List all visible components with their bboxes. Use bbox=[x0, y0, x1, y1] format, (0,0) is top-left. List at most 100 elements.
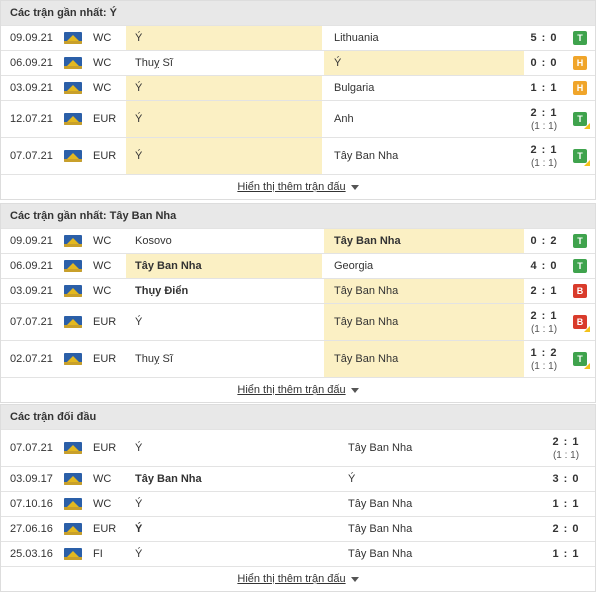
match-row[interactable]: 27.06.16 EUR Ý Tây Ban Nha 2 : 0 bbox=[1, 516, 595, 541]
home-team[interactable]: Ý bbox=[126, 542, 336, 566]
match-row[interactable]: 06.09.21 WC Thuỵ Sĩ Ý 0 : 0 H bbox=[1, 50, 595, 75]
away-team[interactable]: Tây Ban Nha bbox=[338, 542, 548, 566]
competition-flag-icon bbox=[64, 473, 82, 485]
half-time-score: (1 : 1) bbox=[530, 323, 558, 335]
competition-code: EUR bbox=[93, 316, 117, 328]
away-team[interactable]: Bulgaria bbox=[324, 76, 524, 100]
match-score[interactable]: 0 : 0 bbox=[524, 51, 564, 75]
result-badge: T bbox=[573, 259, 587, 273]
competition-flag-icon bbox=[64, 353, 82, 365]
full-time-score: 1 : 1 bbox=[552, 548, 580, 560]
home-team[interactable]: Tây Ban Nha bbox=[126, 254, 322, 278]
result-letter: T bbox=[577, 354, 583, 364]
home-team[interactable]: Ý bbox=[126, 26, 322, 50]
full-time-score: 2 : 0 bbox=[552, 523, 580, 535]
competition-flag-icon bbox=[64, 285, 82, 297]
home-team[interactable]: Ý bbox=[126, 492, 336, 516]
match-score[interactable]: 2 : 0 bbox=[546, 517, 586, 541]
match-row[interactable]: 09.09.21 WC Ý Lithuania 5 : 0 T bbox=[1, 25, 595, 50]
competition-code: WC bbox=[93, 82, 112, 94]
home-team[interactable]: Ý bbox=[126, 304, 322, 340]
match-score[interactable]: 1 : 1 bbox=[524, 76, 564, 100]
show-more-link[interactable]: Hiển thị thêm trận đấu bbox=[1, 377, 595, 402]
match-row[interactable]: 07.07.21 EUR Ý Tây Ban Nha 2 : 1 (1 : 1) T bbox=[1, 137, 595, 174]
full-time-score: 0 : 2 bbox=[530, 235, 558, 247]
away-team[interactable]: Ý bbox=[324, 51, 524, 75]
match-row[interactable]: 12.07.21 EUR Ý Anh 2 : 1 (1 : 1) T bbox=[1, 100, 595, 137]
match-row[interactable]: 02.07.21 EUR Thuỵ Sĩ Tây Ban Nha 1 : 2 (1 : 1… bbox=[1, 340, 595, 377]
extra-time-marker-icon bbox=[584, 160, 590, 166]
match-row[interactable]: 25.03.16 FI Ý Tây Ban Nha 1 : 1 bbox=[1, 541, 595, 566]
away-team[interactable]: Ý bbox=[338, 467, 548, 491]
match-row[interactable]: 07.07.21 EUR Ý Tây Ban Nha 2 : 1 (1 : 1) bbox=[1, 429, 595, 466]
match-score[interactable]: 2 : 1 bbox=[524, 279, 564, 303]
match-score[interactable]: 4 : 0 bbox=[524, 254, 564, 278]
match-date: 27.06.16 bbox=[10, 523, 53, 535]
competition-code: WC bbox=[93, 260, 112, 272]
match-date: 03.09.21 bbox=[10, 285, 53, 297]
match-score[interactable]: 1 : 2 (1 : 1) bbox=[524, 341, 564, 377]
match-row[interactable]: 03.09.21 WC Thụy Điển Tây Ban Nha 2 : 1 B bbox=[1, 278, 595, 303]
away-team[interactable]: Tây Ban Nha bbox=[324, 279, 524, 303]
away-team[interactable]: Lithuania bbox=[324, 26, 524, 50]
match-score[interactable]: 5 : 0 bbox=[524, 26, 564, 50]
chevron-down-icon bbox=[350, 387, 359, 393]
home-team[interactable]: Ý bbox=[126, 76, 322, 100]
away-team[interactable]: Tây Ban Nha bbox=[324, 229, 524, 253]
match-score[interactable]: 3 : 0 bbox=[546, 467, 586, 491]
full-time-score: 3 : 0 bbox=[552, 473, 580, 485]
away-team[interactable]: Tây Ban Nha bbox=[338, 517, 548, 541]
match-date: 07.07.21 bbox=[10, 316, 53, 328]
competition-flag-icon bbox=[64, 32, 82, 44]
competition-code: EUR bbox=[93, 353, 117, 365]
away-team[interactable]: Tây Ban Nha bbox=[324, 304, 524, 340]
match-row[interactable]: 03.09.17 WC Tây Ban Nha Ý 3 : 0 bbox=[1, 466, 595, 491]
home-team[interactable]: Ý bbox=[126, 101, 322, 137]
match-date: 09.09.21 bbox=[10, 32, 53, 44]
match-date: 25.03.16 bbox=[10, 548, 53, 560]
section-title: Các trận gần nhất: Tây Ban Nha bbox=[1, 203, 595, 228]
home-team[interactable]: Thuỵ Sĩ bbox=[126, 341, 322, 377]
full-time-score: 2 : 1 bbox=[552, 435, 580, 448]
result-letter: B bbox=[576, 317, 584, 327]
extra-time-marker-icon bbox=[584, 363, 590, 369]
match-score[interactable]: 2 : 1 (1 : 1) bbox=[524, 138, 564, 174]
home-team[interactable]: Thụy Điển bbox=[126, 279, 322, 303]
away-team[interactable]: Tây Ban Nha bbox=[338, 430, 548, 466]
match-row[interactable]: 07.07.21 EUR Ý Tây Ban Nha 2 : 1 (1 : 1) B bbox=[1, 303, 595, 340]
home-team[interactable]: Ý bbox=[126, 430, 336, 466]
match-score[interactable]: 0 : 2 bbox=[524, 229, 564, 253]
match-row[interactable]: 07.10.16 WC Ý Tây Ban Nha 1 : 1 bbox=[1, 491, 595, 516]
away-team[interactable]: Tây Ban Nha bbox=[324, 138, 524, 174]
match-score[interactable]: 1 : 1 bbox=[546, 542, 586, 566]
match-row[interactable]: 06.09.21 WC Tây Ban Nha Georgia 4 : 0 T bbox=[1, 253, 595, 278]
result-letter: T bbox=[577, 236, 583, 246]
result-letter: T bbox=[577, 151, 583, 161]
competition-flag-icon bbox=[64, 57, 82, 69]
result-letter: H bbox=[576, 83, 584, 93]
result-badge: B bbox=[573, 284, 587, 298]
match-score[interactable]: 2 : 1 (1 : 1) bbox=[524, 304, 564, 340]
away-team[interactable]: Anh bbox=[324, 101, 524, 137]
away-team[interactable]: Georgia bbox=[324, 254, 524, 278]
match-date: 12.07.21 bbox=[10, 113, 53, 125]
away-team[interactable]: Tây Ban Nha bbox=[324, 341, 524, 377]
home-team[interactable]: Tây Ban Nha bbox=[126, 467, 336, 491]
home-team[interactable]: Ý bbox=[126, 138, 322, 174]
match-score[interactable]: 2 : 1 (1 : 1) bbox=[546, 430, 586, 466]
match-score[interactable]: 2 : 1 (1 : 1) bbox=[524, 101, 564, 137]
section-title: Các trận gần nhất: Ý bbox=[1, 0, 595, 25]
result-badge: T bbox=[573, 31, 587, 45]
competition-flag-icon bbox=[64, 523, 82, 535]
away-team[interactable]: Tây Ban Nha bbox=[338, 492, 548, 516]
match-row[interactable]: 03.09.21 WC Ý Bulgaria 1 : 1 H bbox=[1, 75, 595, 100]
home-team[interactable]: Thuỵ Sĩ bbox=[126, 51, 322, 75]
competition-flag-icon bbox=[64, 442, 82, 454]
show-more-link[interactable]: Hiển thị thêm trận đấu bbox=[1, 174, 595, 199]
result-badge: T bbox=[573, 112, 590, 129]
show-more-link[interactable]: Hiển thị thêm trận đấu bbox=[1, 566, 595, 591]
home-team[interactable]: Ý bbox=[126, 517, 336, 541]
match-score[interactable]: 1 : 1 bbox=[546, 492, 586, 516]
home-team[interactable]: Kosovo bbox=[126, 229, 322, 253]
match-row[interactable]: 09.09.21 WC Kosovo Tây Ban Nha 0 : 2 T bbox=[1, 228, 595, 253]
